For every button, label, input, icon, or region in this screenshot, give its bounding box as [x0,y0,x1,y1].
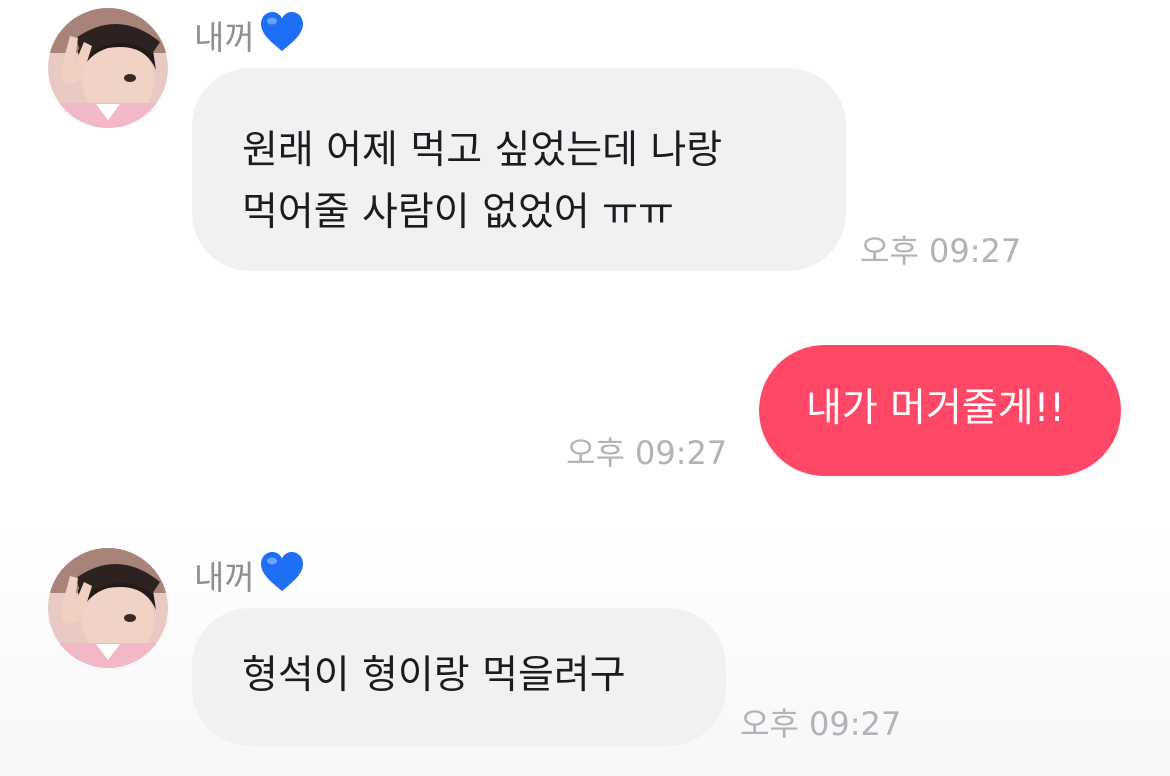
message-text-line: 먹어줄 사람이 없었어 ㅠㅠ [242,190,674,235]
profile-photo [48,8,168,128]
avatar[interactable] [48,548,168,668]
message-text: 형석이 형이랑 먹을려구 [242,653,626,698]
sender-name-label: 내꺼 [194,558,255,597]
blue-heart-icon [259,11,305,62]
message-text: 내가 머거줄게!! [806,386,1065,431]
chat-window[interactable]: 내꺼 원래 어제 먹고 싶었는데 나랑 먹어줄 사람이 없었어 ㅠㅠ 오후 09… [0,0,1170,776]
blue-heart-icon [259,551,305,602]
sender-name-label: 내꺼 [194,18,255,57]
sender-name: 내꺼 [194,11,305,65]
profile-photo [48,548,168,668]
message-timestamp: 오후 09:27 [740,705,902,743]
outgoing-message-bubble[interactable]: 내가 머거줄게!! [759,345,1121,476]
incoming-message-bubble[interactable]: 형석이 형이랑 먹을려구 [192,608,726,746]
message-timestamp: 오후 09:27 [566,434,728,472]
message-timestamp: 오후 09:27 [860,232,1022,270]
message-text-line: 원래 어제 먹고 싶었는데 나랑 [242,128,723,173]
sender-name: 내꺼 [194,551,305,605]
avatar[interactable] [48,8,168,128]
incoming-message-bubble[interactable]: 원래 어제 먹고 싶었는데 나랑 먹어줄 사람이 없었어 ㅠㅠ [192,68,846,271]
